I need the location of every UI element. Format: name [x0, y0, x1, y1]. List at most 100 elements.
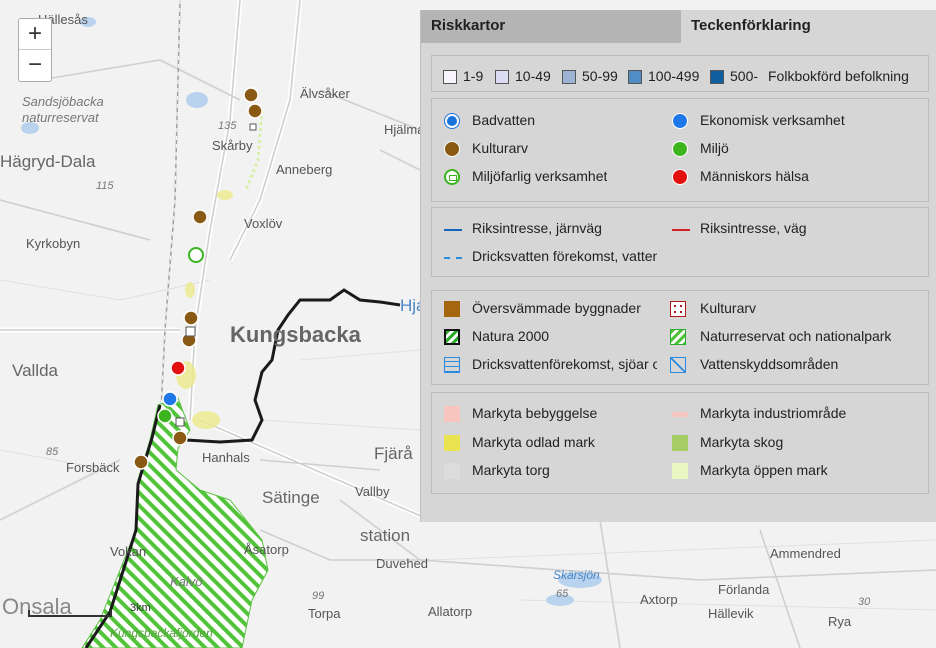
legend-areas-box: Översvämmade byggnader Kulturarv Natura …: [431, 290, 929, 385]
legend-kulturarv-area: Kulturarv: [700, 300, 757, 316]
place-label-axtorp: Axtorp: [640, 592, 678, 607]
place-label-alvsaker: Älvsåker: [300, 86, 350, 101]
place-label-vallby: Vallby: [355, 484, 390, 499]
legend-dricksvatten-area: Dricksvattenförekomst, sjöar och kustvat…: [472, 356, 657, 372]
railway-line-symbol: [444, 229, 462, 231]
place-label-hanhals: Hanhals: [202, 450, 250, 465]
zoom-in-button[interactable]: +: [19, 19, 51, 50]
nature-reserve-swatch: [670, 329, 686, 345]
legend-badvatten: Badvatten: [472, 112, 536, 128]
legend-panel: Riskkartor Teckenförklaring 1-9 10-49 50…: [420, 10, 936, 522]
legend-oversvammade: Översvämmade byggnader: [472, 300, 641, 316]
human-health-icon: [672, 169, 688, 185]
legend-markyta-box: Markyta bebyggelse Markyta industriområd…: [431, 392, 929, 494]
legend-torg: Markyta torg: [472, 462, 550, 478]
road-line-symbol: [672, 229, 690, 231]
place-label-allatorp: Allatorp: [428, 604, 473, 619]
place-label-naturreservat: naturreservat: [22, 110, 99, 125]
legend-odlad: Markyta odlad mark: [472, 434, 595, 450]
legend-miljofarlig: Miljöfarlig verksamhet: [472, 168, 608, 184]
tab-teckenforklaring[interactable]: Teckenförklaring: [681, 10, 936, 43]
legend-lines-box: Riksintresse, järnväg Riksintresse, väg …: [431, 207, 929, 277]
road-number-30: 30: [858, 596, 871, 608]
population-label-500: 500-: [730, 68, 759, 84]
legend-naturreservat: Naturreservat och nationalpark: [700, 328, 892, 344]
scale-bar: 3km: [28, 600, 151, 617]
place-label-voxlov: Voxlöv: [244, 216, 283, 231]
place-label-forlanda: Förlanda: [718, 582, 770, 597]
place-label-sandsjobacka: Sandsjöbacka: [22, 94, 104, 109]
cultural-heritage-area-swatch: [670, 301, 686, 317]
legend-riks-vag: Riksintresse, väg: [700, 220, 807, 236]
place-label-hallevik: Hällevik: [708, 606, 754, 621]
environment-icon: [672, 141, 688, 157]
tab-riskkartor[interactable]: Riskkartor: [421, 10, 681, 43]
place-label-kalvo: Kalvö: [170, 574, 203, 589]
place-label-vokan: Vokan: [110, 544, 147, 559]
place-label-hagryd-dala: Hägryd-Dala: [0, 152, 96, 171]
land-square-swatch: [444, 463, 460, 479]
land-built-swatch: [444, 406, 460, 422]
population-title: Folkbokförd befolkning: [768, 68, 909, 84]
population-label-1-9: 1-9: [463, 68, 484, 84]
cultural-heritage-icon: [444, 141, 460, 157]
place-label-station: station: [360, 526, 411, 545]
legend-bebyggelse: Markyta bebyggelse: [472, 405, 598, 421]
legend-skog: Markyta skog: [700, 434, 784, 450]
legend-points-box: Badvatten Ekonomisk verksamhet Kulturarv…: [431, 98, 929, 202]
panel-tabs: Riskkartor Teckenförklaring: [421, 10, 936, 43]
place-label-kungsbacka: Kungsbacka: [230, 322, 361, 347]
legend-oppen: Markyta öppen mark: [700, 462, 828, 478]
legend-riks-jarnvag: Riksintresse, järnväg: [472, 220, 602, 236]
land-industrial-swatch: [672, 412, 688, 417]
population-label-10-49: 10-49: [515, 68, 551, 84]
zoom-control: + −: [18, 18, 52, 82]
population-label-50-99: 50-99: [582, 68, 618, 84]
population-swatch-1-9: [443, 70, 457, 84]
population-swatch-500: [710, 70, 724, 84]
place-label-duvehed: Duvehed: [376, 556, 429, 571]
drinking-water-area-swatch: [444, 357, 460, 373]
place-label-anneberg: Anneberg: [276, 162, 333, 177]
watercourse-line-symbol: [444, 257, 462, 259]
legend-vattenskydd: Vattenskyddsområden: [700, 356, 839, 372]
legend-manniskors: Människors hälsa: [700, 168, 809, 184]
population-swatch-100-499: [628, 70, 642, 84]
road-number-65: 65: [556, 588, 569, 600]
place-label-kyrkobyn: Kyrkobyn: [26, 236, 81, 251]
legend-natura: Natura 2000: [472, 328, 550, 344]
place-label-torpa: Torpa: [308, 606, 341, 621]
zoom-out-button[interactable]: −: [19, 50, 51, 80]
place-label-fjara: Fjärå: [374, 444, 413, 463]
legend-population-box: 1-9 10-49 50-99 100-499 500- Folkbokförd…: [431, 55, 929, 92]
legend-industri: Markyta industriområde: [700, 405, 847, 421]
economic-activity-icon: [672, 113, 688, 129]
place-label-vallda: Vallda: [12, 361, 58, 380]
place-label-skarsjon: Skärsjön: [553, 568, 600, 582]
legend-dricksvatten-line: Dricksvatten förekomst, vattendrag: [472, 248, 657, 264]
population-label-100-499: 100-499: [648, 68, 700, 84]
road-number-135: 135: [218, 120, 237, 132]
flooded-buildings-swatch: [444, 301, 460, 317]
swimming-icon: [444, 113, 460, 129]
land-forest-swatch: [672, 435, 688, 451]
legend-kulturarv-point: Kulturarv: [472, 140, 529, 156]
place-label-skarby: Skårby: [212, 138, 253, 153]
hazardous-activity-icon: [444, 169, 460, 185]
place-label-kungsbackafjorden: Kungsbackafjorden: [110, 626, 213, 640]
natura-2000-swatch: [444, 329, 460, 345]
population-swatch-50-99: [562, 70, 576, 84]
legend-ekonomisk: Ekonomisk verksamhet: [700, 112, 845, 128]
place-label-hjalma: Hjälma: [384, 122, 425, 137]
place-label-satinge: Sätinge: [262, 488, 320, 507]
place-label-rya: Rya: [828, 614, 852, 629]
scale-bar-label: 3km: [130, 602, 151, 614]
road-number-115: 115: [96, 180, 114, 192]
place-label-asatorp: Åsatorp: [244, 542, 289, 557]
road-number-99: 99: [312, 590, 325, 602]
land-farmland-swatch: [444, 435, 460, 451]
land-open-swatch: [672, 463, 688, 479]
population-swatch-10-49: [495, 70, 509, 84]
scale-bar-line: [28, 610, 112, 617]
place-label-ammendred: Ammendred: [770, 546, 841, 561]
